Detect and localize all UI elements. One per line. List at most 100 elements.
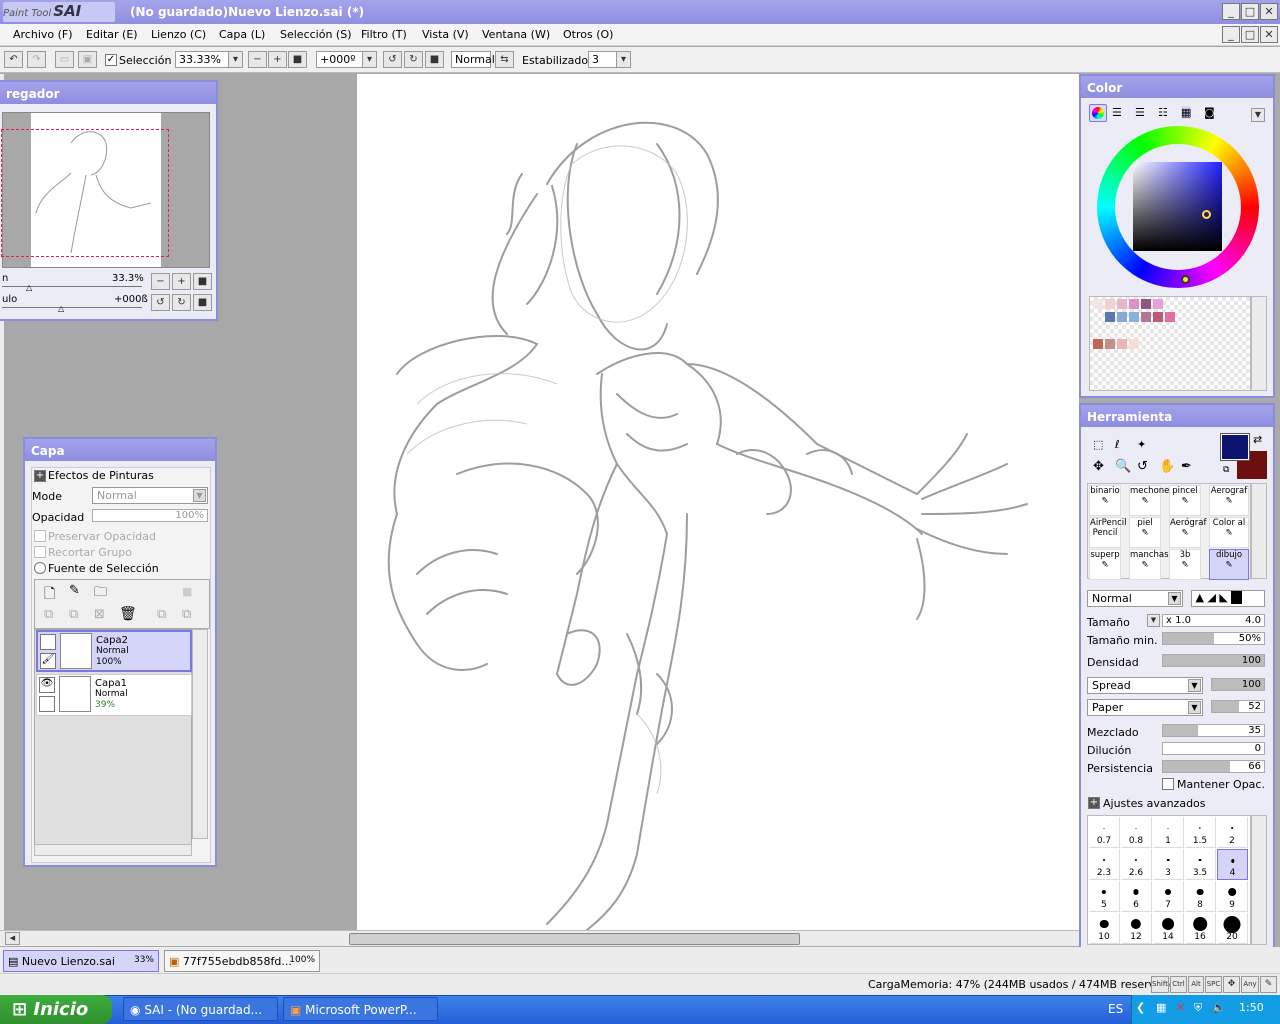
- new-folder-icon[interactable]: 🗀: [94, 583, 107, 605]
- doc-close-button[interactable]: ✕: [1260, 26, 1278, 43]
- paper-dropdown[interactable]: Paper ▼: [1087, 699, 1203, 716]
- menu-ventana[interactable]: Ventana (W): [482, 28, 550, 41]
- menu-otros[interactable]: Otros (O): [563, 28, 613, 41]
- size-preset[interactable]: 9: [1217, 881, 1248, 912]
- menu-seleccion[interactable]: Selección (S): [280, 28, 352, 41]
- brush-slot[interactable]: AirPencil Pencil: [1089, 517, 1127, 548]
- rotation-field[interactable]: +000º: [316, 51, 364, 68]
- selection-source-radio[interactable]: [34, 562, 46, 574]
- min-size-slider[interactable]: 50%: [1162, 632, 1265, 645]
- layer-row-capa1[interactable]: 👁 Capa1 Normal 39%: [36, 674, 192, 716]
- nav-rotate-left-icon[interactable]: ↺: [151, 294, 170, 311]
- nav-zoom-slider[interactable]: [2, 286, 142, 287]
- deselect-icon[interactable]: ▭: [55, 51, 74, 68]
- dilution-slider[interactable]: 0: [1162, 742, 1265, 755]
- clock[interactable]: 1:50: [1239, 1001, 1264, 1014]
- canvas-hscrollbar[interactable]: ◀: [0, 930, 1079, 946]
- zoom-reset-icon[interactable]: ■: [288, 51, 307, 68]
- rgb-slider-icon[interactable]: ☰: [1112, 106, 1122, 119]
- size-slider[interactable]: x 1.0 4.0: [1162, 614, 1265, 627]
- size-preset[interactable]: 12: [1121, 913, 1152, 944]
- size-preset[interactable]: 2: [1217, 817, 1248, 848]
- nav-zoom-out-icon[interactable]: −: [151, 273, 170, 290]
- swatch-scrollbar[interactable]: [1251, 296, 1267, 391]
- hue-cursor[interactable]: [1181, 275, 1190, 284]
- security-shield-icon[interactable]: ⛨: [1194, 1001, 1202, 1015]
- rotate-left-icon[interactable]: ↺: [383, 51, 402, 68]
- merge-visible-icon[interactable]: ⧉: [157, 607, 166, 622]
- advanced-label[interactable]: Ajustes avanzados: [1103, 797, 1206, 810]
- size-preset[interactable]: 2.3: [1089, 849, 1120, 880]
- tab-nuevo-lienzo[interactable]: ▤ Nuevo Lienzo.sai 33%: [3, 950, 159, 972]
- swatch[interactable]: [1141, 299, 1151, 309]
- visibility-toggle[interactable]: [40, 634, 56, 650]
- lock-toggle[interactable]: [39, 696, 55, 712]
- hue-ring[interactable]: [1097, 126, 1259, 288]
- chevron-down-icon[interactable]: ▼: [1251, 108, 1265, 122]
- size-preset[interactable]: 4: [1217, 849, 1248, 880]
- clear-layer-icon[interactable]: ⊠: [94, 607, 105, 622]
- sv-cursor[interactable]: [1202, 210, 1211, 219]
- maximize-button[interactable]: □: [1241, 3, 1259, 20]
- network-error-icon[interactable]: ✕: [1176, 1001, 1185, 1014]
- swatch[interactable]: [1129, 339, 1139, 349]
- zoom-out-icon[interactable]: −: [248, 51, 267, 68]
- menu-editar[interactable]: Editar (E): [86, 28, 138, 41]
- clip-group-checkbox[interactable]: [34, 546, 46, 558]
- brush-grid-scrollbar[interactable]: [1251, 483, 1267, 579]
- swatch[interactable]: [1117, 339, 1127, 349]
- spread-dropdown[interactable]: Spread ▼: [1087, 677, 1203, 694]
- copy-layer-icon[interactable]: ⧉: [44, 607, 53, 622]
- spread-slider[interactable]: 100: [1211, 678, 1265, 691]
- nav-zoom-reset-icon[interactable]: ■: [193, 273, 212, 290]
- navigator-viewport[interactable]: [1, 129, 169, 257]
- brush-slot[interactable]: Aerógraf ✎: [1169, 517, 1207, 548]
- swatch[interactable]: [1129, 312, 1139, 322]
- zoom-in-icon[interactable]: +: [268, 51, 287, 68]
- task-powerpoint[interactable]: ▣ Microsoft PowerP...: [283, 997, 438, 1021]
- palette-icon[interactable]: ☷: [1158, 106, 1168, 119]
- brush-slot[interactable]: 3b ✎: [1169, 549, 1201, 580]
- brush-blend-dropdown[interactable]: Normal ▼: [1087, 590, 1183, 607]
- size-multiplier-dropdown-icon[interactable]: ▼: [1147, 614, 1160, 627]
- flip-icon[interactable]: ⇆: [495, 51, 514, 68]
- merge-down-icon[interactable]: ⧉: [69, 607, 78, 622]
- size-preset[interactable]: 10: [1089, 913, 1120, 944]
- tray-expand-icon[interactable]: ❮: [1136, 1001, 1145, 1014]
- brush-slot[interactable]: superp ✎: [1089, 549, 1121, 580]
- zoom-field[interactable]: 33.33%: [175, 51, 230, 68]
- size-preset[interactable]: 16: [1185, 913, 1216, 944]
- task-sai[interactable]: ◉ SAI - (No guardad...: [123, 997, 278, 1021]
- brush-slot[interactable]: Color al ✎: [1209, 517, 1249, 548]
- size-preset[interactable]: 6: [1121, 881, 1152, 912]
- swatch[interactable]: [1093, 299, 1103, 309]
- lasso-icon[interactable]: ℓ: [1115, 438, 1120, 451]
- swatch[interactable]: [1141, 312, 1151, 322]
- stabilizer-dropdown-icon[interactable]: ▾: [616, 51, 631, 68]
- selection-checkbox[interactable]: ✓: [105, 54, 117, 66]
- layer-list-scrollbar[interactable]: [192, 629, 208, 839]
- language-indicator[interactable]: ES: [1108, 1002, 1123, 1016]
- swatch[interactable]: [1117, 299, 1127, 309]
- size-preset[interactable]: 3: [1153, 849, 1184, 880]
- volume-icon[interactable]: 🔈: [1212, 1001, 1226, 1014]
- rotate-icon[interactable]: ↺: [1137, 459, 1148, 474]
- swatch[interactable]: [1105, 299, 1115, 309]
- persistence-slider[interactable]: 66: [1162, 760, 1265, 773]
- swatch-icon[interactable]: ▦: [1181, 106, 1192, 119]
- size-preset[interactable]: 20: [1217, 913, 1248, 944]
- primary-color[interactable]: [1220, 433, 1250, 461]
- paper-slider[interactable]: 52: [1211, 700, 1265, 713]
- brush-slot[interactable]: Aerograf ✎: [1209, 485, 1249, 516]
- size-preset[interactable]: 3.5: [1185, 849, 1216, 880]
- size-preset[interactable]: 1.5: [1185, 817, 1216, 848]
- doc-restore-button[interactable]: □: [1241, 26, 1259, 43]
- brush-slot[interactable]: manchas ✎: [1129, 549, 1169, 580]
- swatch[interactable]: [1105, 312, 1115, 322]
- size-preset[interactable]: 8: [1185, 881, 1216, 912]
- nav-rotate-reset-icon[interactable]: ■: [193, 294, 212, 311]
- tray-app-icon[interactable]: ▦: [1156, 1001, 1166, 1014]
- layer-list-hscrollbar[interactable]: [34, 844, 192, 856]
- menu-lienzo[interactable]: Lienzo (C): [151, 28, 206, 41]
- color-wheel-mode-icon[interactable]: [1089, 104, 1107, 122]
